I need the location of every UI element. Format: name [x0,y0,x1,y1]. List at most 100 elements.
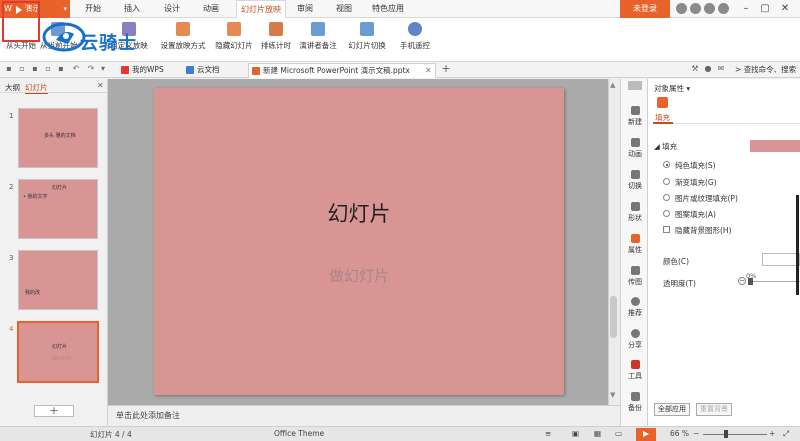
side-properties-label: 属性 [628,246,642,254]
user-icon[interactable]: ● [703,64,713,74]
apply-all-button[interactable]: 全部应用 [654,403,690,416]
scroll-up-icon[interactable]: ▲ [610,81,615,89]
wps-logo-icon [121,66,129,74]
tab-outline[interactable]: 大纲 [5,82,20,93]
maximize-icon[interactable]: ▢ [758,2,772,16]
transparency-slider-handle[interactable] [748,278,753,285]
transparency-slider-track[interactable] [748,281,800,282]
preview-icon[interactable]: ▫ [43,64,53,74]
notes-icon[interactable]: ≡ [545,429,551,438]
fill-color-swatch[interactable] [750,140,800,152]
wrench-icon[interactable]: ⚒ [690,64,700,74]
slide-thumbnail-1[interactable]: 多头 雅的文档 [18,108,98,168]
fill-picture-radio[interactable] [663,194,670,201]
hide-background-checkbox[interactable] [663,226,670,233]
add-slide-button[interactable]: + [34,405,74,417]
message-icon[interactable]: ✉ [716,64,726,74]
side-share-button[interactable]: 分享 [621,326,649,354]
close-panel-icon[interactable]: ✕ [97,81,104,90]
rehearse-timing-button[interactable]: 排练计时 [258,20,294,60]
side-upload-image-button[interactable]: 传图 [621,263,649,291]
zoom-in-icon[interactable]: + [769,429,775,438]
panel-title[interactable]: 对象属性 ▾ [654,83,690,94]
close-icon[interactable]: ✕ [778,2,792,16]
tab-current-document[interactable]: 新建 Microsoft PowerPoint 演示文稿.pptx ✕ [248,63,436,78]
tab-my-wps[interactable]: 我的WPS [118,63,176,78]
menu-view[interactable]: 视图 [336,0,352,18]
slide-subtitle[interactable]: 做幻灯片 [154,265,564,286]
phone-remote-button[interactable]: 手机遥控 [396,20,434,60]
presenter-notes-button[interactable]: 演讲者备注 [296,20,340,60]
zoom-slider-handle[interactable] [724,430,728,438]
normal-view-icon[interactable]: ▣ [572,429,579,438]
login-button[interactable]: 未登录 [620,0,670,18]
settings-icon[interactable] [718,3,729,14]
slide-thumbnail-2[interactable]: 幻灯片 • 我的文字 [18,179,98,239]
save-icon[interactable]: ▪ [4,64,14,74]
fill-pattern-label: 图案填充(A) [675,210,716,219]
scrollbar-thumb[interactable] [610,296,617,338]
side-share-label: 分享 [628,341,642,349]
undo-icon[interactable]: ↶ [71,64,81,74]
watermark-text: 云骑士 [80,33,137,54]
menu-animation[interactable]: 动画 [203,0,219,18]
sorter-view-icon[interactable]: ▦ [594,429,601,438]
reading-view-icon[interactable]: ▭ [615,429,622,438]
vertical-scrollbar[interactable]: ▲ ▼ [608,79,620,405]
open-icon[interactable]: ▫ [17,64,27,74]
chevron-down-icon[interactable]: ▾ [98,64,108,74]
menu-insert[interactable]: 插入 [124,0,140,18]
help-icon[interactable] [690,3,701,14]
menu-review[interactable]: 审阅 [297,0,313,18]
transparency-minus-icon[interactable]: − [738,277,746,285]
lightbulb-icon [630,297,640,306]
minimize-icon[interactable]: – [739,2,753,16]
menu-home[interactable]: 开始 [85,0,101,18]
print-icon[interactable]: ▪ [30,64,40,74]
fill-solid-radio[interactable] [663,161,670,168]
color-picker[interactable] [762,253,800,266]
zoom-slider-track[interactable] [703,434,767,435]
side-tools-button[interactable]: 工具 [621,357,649,385]
backup-icon [630,392,640,401]
tab-slides[interactable]: 幻灯片 [25,82,48,94]
side-recommend-button[interactable]: 推荐 [621,294,649,322]
fit-window-icon[interactable]: ⤢ [783,429,789,439]
command-search[interactable]: > 查找命令、搜索 [735,63,800,77]
menu-slideshow[interactable]: 幻灯片放映 [236,0,286,18]
skin-icon[interactable] [676,3,687,14]
side-shape-button[interactable]: 形状 [621,199,649,227]
feedback-icon[interactable] [704,3,715,14]
slide-number: 2 [9,183,14,191]
close-tab-icon[interactable]: ✕ [425,64,432,78]
side-backup-button[interactable]: 备份 [621,389,649,417]
slide-title[interactable]: 幻灯片 [154,198,564,228]
fill-pattern-radio[interactable] [663,210,670,217]
fill-section-header[interactable]: ◢ 填充 [654,141,677,152]
reset-background-button[interactable]: 重置背景 [696,403,732,416]
menu-design[interactable]: 设计 [164,0,180,18]
tab-cloud-docs[interactable]: 云文档 [183,63,247,78]
add-tab-icon[interactable]: + [441,63,451,74]
menu-features[interactable]: 特色应用 [372,0,404,18]
zoom-out-icon[interactable]: − [693,429,699,438]
slide-thumbnail-3[interactable]: 我的改 [18,250,98,310]
panel-toggle-icon[interactable] [628,81,642,90]
show-settings-button[interactable]: 设置放映方式 [158,20,208,60]
slideshow-play-button[interactable] [636,428,656,441]
redo-icon[interactable]: ↷ [86,64,96,74]
notes-area[interactable]: 单击此处添加备注 [108,405,620,426]
side-properties-button[interactable]: 属性 [621,231,649,259]
panel-title-text: 对象属性 [654,84,684,93]
side-animation-button[interactable]: 动画 [621,135,649,163]
current-slide[interactable]: 幻灯片 做幻灯片 [154,88,564,395]
side-new-button[interactable]: 新建 [621,103,649,131]
scroll-down-icon[interactable]: ▼ [610,391,615,399]
slide-thumbnail-4[interactable]: 幻灯片 做幻灯片 [17,321,99,383]
paint-icon[interactable]: ▪ [56,64,66,74]
hide-slide-button[interactable]: 隐藏幻灯片 [212,20,256,60]
slide-transition-button[interactable]: 幻灯片切换 [344,20,390,60]
side-transition-button[interactable]: 切换 [621,167,649,195]
fill-gradient-radio[interactable] [663,178,670,185]
divider [653,123,800,124]
